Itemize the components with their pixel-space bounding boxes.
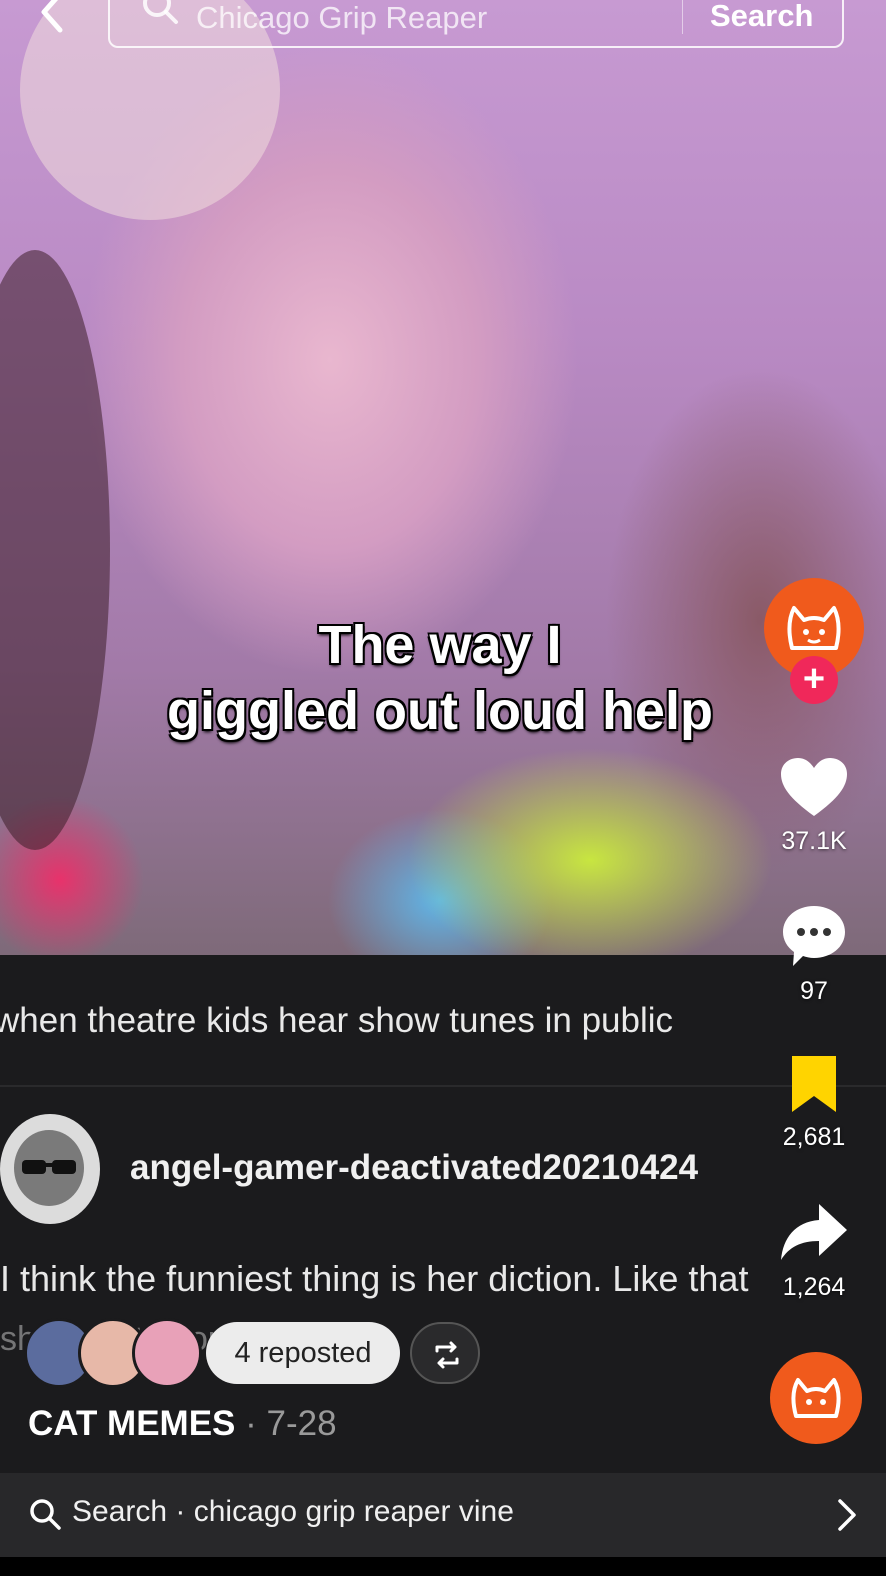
repost-count-badge[interactable]: 4 reposted	[206, 1322, 400, 1384]
related-search-bar[interactable]: Search · chicago grip reaper vine	[0, 1473, 886, 1557]
video-frame-hair	[0, 250, 110, 850]
bookmark-icon	[792, 1056, 836, 1112]
share-button[interactable]: 1,264	[764, 1200, 864, 1302]
channel-name[interactable]: CAT MEMES	[28, 1404, 235, 1443]
avatar[interactable]	[0, 1114, 100, 1224]
sound-disc[interactable]	[770, 1352, 862, 1444]
username[interactable]: angel-gamer-deactivated20210424	[130, 1148, 698, 1188]
comment-button[interactable]: 97	[764, 904, 864, 1006]
chevron-right-icon	[838, 1499, 856, 1531]
search-button[interactable]: Search	[710, 0, 813, 34]
comment-bubble-icon	[783, 906, 845, 966]
post-title: when theatre kids hear show tunes in pub…	[0, 1001, 674, 1040]
share-count: 1,264	[782, 1273, 846, 1301]
repost-avatars[interactable]	[24, 1318, 204, 1388]
avatar	[132, 1318, 202, 1388]
caption-line-1: The way I	[318, 615, 562, 675]
search-input[interactable]: Chicago Grip Reaper	[196, 0, 487, 36]
share-arrow-icon	[781, 1204, 847, 1260]
heart-icon	[781, 758, 847, 816]
search-divider	[682, 0, 683, 34]
post-date: · 7-28	[245, 1404, 337, 1443]
search-bar[interactable]: Chicago Grip Reaper Search	[108, 0, 844, 48]
comment-text: I think the funniest thing is her dictio…	[0, 1258, 749, 1299]
back-arrow-icon[interactable]	[30, 0, 78, 38]
video-caption: The way I giggled out loud help	[100, 612, 780, 744]
bookmark-count: 2,681	[782, 1123, 846, 1151]
related-search-label: Search · chicago grip reaper vine	[72, 1495, 514, 1528]
like-button[interactable]: 37.1K	[764, 756, 864, 856]
comment-count: 97	[800, 977, 828, 1005]
bookmark-button[interactable]: 2,681	[764, 1054, 864, 1152]
repost-icon	[435, 1341, 459, 1369]
channel-info[interactable]: CAT MEMES · 7-28	[28, 1404, 337, 1444]
search-icon	[143, 0, 178, 24]
sunglasses-icon	[14, 1130, 84, 1206]
divider	[0, 1085, 886, 1087]
repost-button[interactable]	[410, 1322, 480, 1384]
bottom-strip	[0, 1557, 886, 1576]
search-icon	[30, 1499, 61, 1530]
like-count: 37.1K	[781, 827, 847, 855]
cat-logo-icon	[791, 1378, 841, 1418]
follow-plus-button[interactable]: +	[790, 656, 838, 704]
video-player[interactable]	[0, 0, 886, 955]
caption-line-2: giggled out loud help	[167, 681, 713, 741]
